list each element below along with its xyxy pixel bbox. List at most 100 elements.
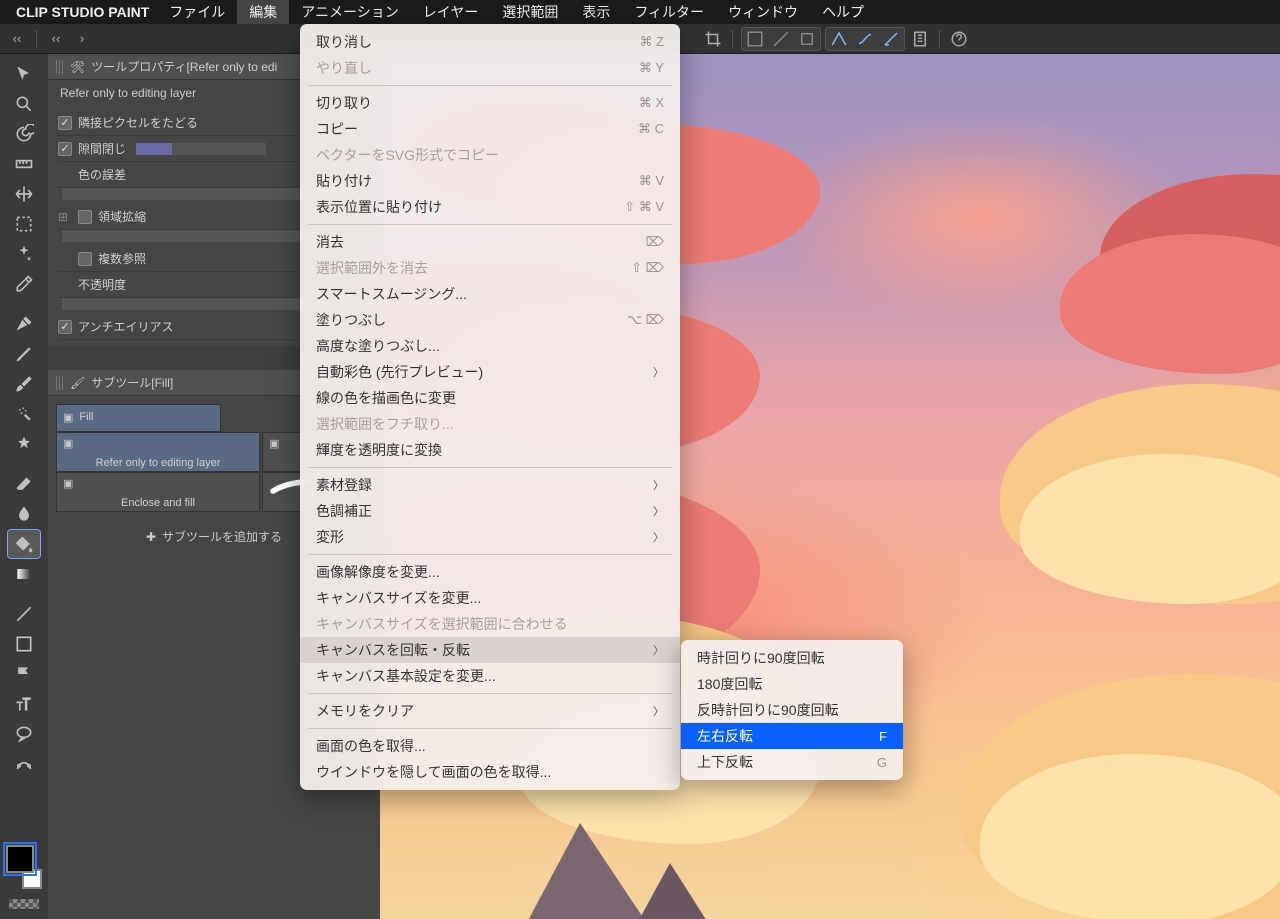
subtool-fill[interactable]: ▣ Fill bbox=[56, 404, 221, 432]
checkbox-icon[interactable] bbox=[58, 116, 72, 130]
collapse-left-icon[interactable]: ‹‹ bbox=[6, 28, 28, 50]
tool-ruler[interactable] bbox=[8, 150, 40, 178]
transparent-color[interactable] bbox=[9, 899, 39, 909]
expand-icon[interactable]: ⊞ bbox=[58, 210, 68, 224]
snap-grid-icon[interactable] bbox=[743, 29, 767, 49]
menu-copy-vector[interactable]: ベクターをSVG形式でコピー bbox=[300, 142, 680, 168]
tool-decoration[interactable] bbox=[8, 430, 40, 458]
main-color[interactable] bbox=[6, 845, 34, 873]
prop-label: 色の誤差 bbox=[78, 166, 126, 183]
tool-blend[interactable] bbox=[8, 500, 40, 528]
tool-wand[interactable] bbox=[8, 240, 40, 268]
rock-shape bbox=[500, 823, 760, 919]
tool-line[interactable] bbox=[8, 600, 40, 628]
collapse-right-icon[interactable]: ‹‹ bbox=[45, 28, 67, 50]
menu-fit-canvas[interactable]: キャンバスサイズを選択範囲に合わせる bbox=[300, 611, 680, 637]
crop-icon[interactable] bbox=[702, 28, 724, 50]
menu-advanced-fill[interactable]: 高度な塗りつぶし... bbox=[300, 333, 680, 359]
menu-cut[interactable]: 切り取り⌘ X bbox=[300, 90, 680, 116]
menu-animation[interactable]: アニメーション bbox=[289, 0, 410, 24]
app-name[interactable]: CLIP STUDIO PAINT bbox=[16, 4, 149, 20]
menu-file[interactable]: ファイル bbox=[157, 0, 237, 24]
chevron-right-icon: 〉 bbox=[653, 529, 664, 545]
menu-paste-in-place[interactable]: 表示位置に貼り付け⇧ ⌘ V bbox=[300, 194, 680, 220]
ruler-curve-icon[interactable] bbox=[853, 29, 877, 49]
menu-canvas-props[interactable]: キャンバス基本設定を変更... bbox=[300, 663, 680, 689]
bucket-icon: ▣ bbox=[63, 437, 73, 450]
menu-copy[interactable]: コピー⌘ C bbox=[300, 116, 680, 142]
tool-palette bbox=[0, 54, 48, 919]
ruler-perspective-icon[interactable] bbox=[827, 29, 851, 49]
submenu-flipv[interactable]: 上下反転G bbox=[681, 749, 903, 775]
menu-paste[interactable]: 貼り付け⌘ V bbox=[300, 168, 680, 194]
menu-change-canvas-size[interactable]: キャンバスサイズを変更... bbox=[300, 585, 680, 611]
tool-airbrush[interactable] bbox=[8, 400, 40, 428]
checkbox-icon[interactable] bbox=[58, 320, 72, 334]
tool-marquee[interactable] bbox=[8, 210, 40, 238]
tool-eraser[interactable] bbox=[8, 470, 40, 498]
submenu-ccw90[interactable]: 反時計回りに90度回転 bbox=[681, 697, 903, 723]
prop-label: 隣接ピクセルをたどる bbox=[78, 114, 198, 131]
tool-fill[interactable] bbox=[8, 530, 40, 558]
menu-view[interactable]: 表示 bbox=[570, 0, 622, 24]
prop-label: 隙間閉じ bbox=[78, 140, 126, 157]
menu-edit[interactable]: 編集 bbox=[237, 0, 289, 24]
menu-fill[interactable]: 塗りつぶし⌥ ⌦ bbox=[300, 307, 680, 333]
tool-gradient[interactable] bbox=[8, 560, 40, 588]
tool-text[interactable] bbox=[8, 690, 40, 718]
menu-filter[interactable]: フィルター bbox=[622, 0, 716, 24]
color-swatch[interactable] bbox=[6, 845, 42, 889]
menu-undo[interactable]: 取り消し⌘ Z bbox=[300, 29, 680, 55]
menu-outline-selection[interactable]: 選択範囲をフチ取り... bbox=[300, 411, 680, 437]
menu-tonal[interactable]: 色調補正〉 bbox=[300, 498, 680, 524]
menu-bright-to-alpha[interactable]: 輝度を透明度に変換 bbox=[300, 437, 680, 463]
chevron-right-icon[interactable]: › bbox=[71, 28, 93, 50]
menu-rotate-flip[interactable]: キャンバスを回転・反転〉 bbox=[300, 637, 680, 663]
submenu-cw90[interactable]: 時計回りに90度回転 bbox=[681, 645, 903, 671]
tool-eyedropper[interactable] bbox=[8, 270, 40, 298]
menu-pick-color[interactable]: 画面の色を取得... bbox=[300, 733, 680, 759]
tool-correct-line[interactable] bbox=[8, 750, 40, 778]
tool-zoom[interactable] bbox=[8, 90, 40, 118]
menu-clear[interactable]: 消去⌦ bbox=[300, 229, 680, 255]
menu-change-resolution[interactable]: 画像解像度を変更... bbox=[300, 559, 680, 585]
help-icon[interactable] bbox=[948, 28, 970, 50]
snap-diag-icon[interactable] bbox=[769, 29, 793, 49]
prop-label: アンチエイリアス bbox=[78, 318, 174, 335]
subtool-enclose[interactable]: ▣ Enclose and fill bbox=[56, 472, 260, 512]
tool-pen[interactable] bbox=[8, 310, 40, 338]
submenu-180[interactable]: 180度回転 bbox=[681, 671, 903, 697]
tool-spiral[interactable] bbox=[8, 120, 40, 148]
menu-smart-smoothing[interactable]: スマートスムージング... bbox=[300, 281, 680, 307]
checkbox-icon[interactable] bbox=[78, 210, 92, 224]
tool-operation[interactable] bbox=[8, 60, 40, 88]
submenu-fliph[interactable]: 左右反転F bbox=[681, 723, 903, 749]
menu-transform[interactable]: 変形〉 bbox=[300, 524, 680, 550]
menu-line-to-draw[interactable]: 線の色を描画色に変更 bbox=[300, 385, 680, 411]
menu-pick-hidden[interactable]: ウインドウを隠して画面の色を取得... bbox=[300, 759, 680, 785]
menu-register-material[interactable]: 素材登録〉 bbox=[300, 472, 680, 498]
notebook-icon[interactable] bbox=[909, 28, 931, 50]
prop-label: 複数参照 bbox=[98, 250, 146, 267]
tool-balloon[interactable] bbox=[8, 720, 40, 748]
tool-brush[interactable] bbox=[8, 370, 40, 398]
edit-menu: 取り消し⌘ Z やり直し⌘ Y 切り取り⌘ X コピー⌘ C ベクターをSVG形… bbox=[300, 24, 680, 790]
checkbox-icon[interactable] bbox=[58, 142, 72, 156]
checkbox-icon[interactable] bbox=[78, 252, 92, 266]
menu-window[interactable]: ウィンドウ bbox=[716, 0, 810, 24]
ruler-special-icon[interactable] bbox=[879, 29, 903, 49]
tool-frame[interactable] bbox=[8, 630, 40, 658]
menu-auto-color[interactable]: 自動彩色 (先行プレビュー)〉 bbox=[300, 359, 680, 385]
menu-selection[interactable]: 選択範囲 bbox=[490, 0, 570, 24]
menu-redo[interactable]: やり直し⌘ Y bbox=[300, 55, 680, 81]
tool-move[interactable] bbox=[8, 180, 40, 208]
menu-layer[interactable]: レイヤー bbox=[411, 0, 491, 24]
subtool-refer-editing[interactable]: ▣ Refer only to editing layer bbox=[56, 432, 260, 472]
menu-help[interactable]: ヘルプ bbox=[810, 0, 876, 24]
menu-clear-memory[interactable]: メモリをクリア〉 bbox=[300, 698, 680, 724]
menu-clear-outside[interactable]: 選択範囲外を消去⇧ ⌦ bbox=[300, 255, 680, 281]
close-gap-slider[interactable] bbox=[136, 143, 266, 155]
snap-rect-icon[interactable] bbox=[795, 29, 819, 49]
tool-flag[interactable] bbox=[8, 660, 40, 688]
tool-pencil[interactable] bbox=[8, 340, 40, 368]
